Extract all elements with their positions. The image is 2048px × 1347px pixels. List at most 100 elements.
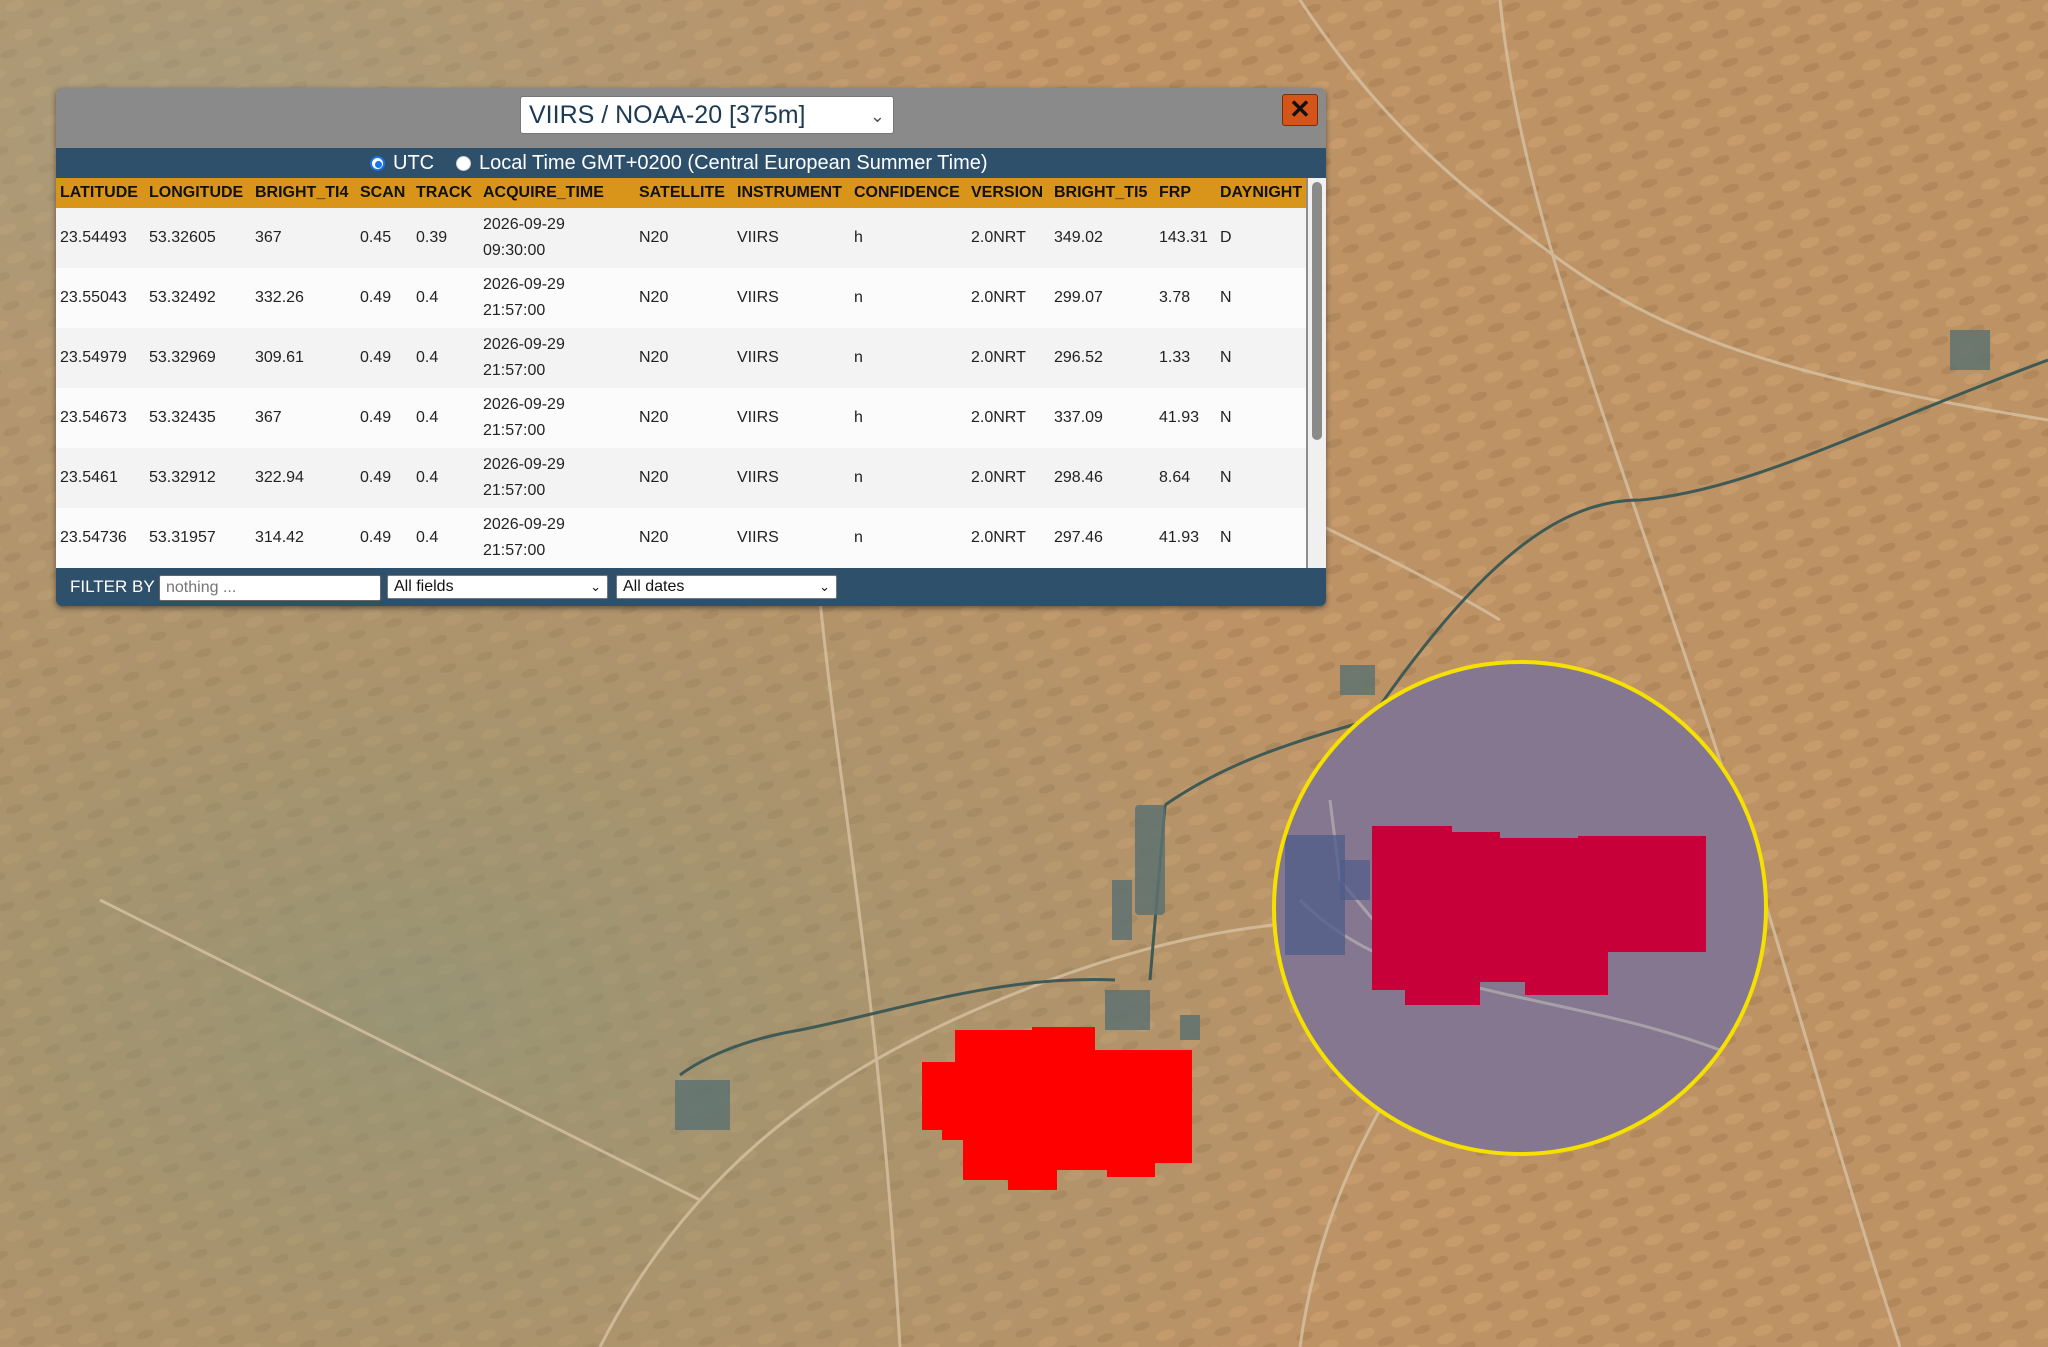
cell-longitude: 53.32492: [149, 289, 216, 306]
cell-latitude: 23.5461: [60, 469, 118, 486]
column-header-track[interactable]: TRACK: [416, 178, 472, 208]
cell-frp: 3.78: [1159, 289, 1191, 306]
close-icon: ✕: [1289, 94, 1311, 124]
cell-frp: 41.93: [1159, 409, 1200, 426]
cell-acquire-clock: 21:57:00: [483, 302, 546, 319]
cell-satellite: N20: [639, 289, 669, 306]
cell-scan: 0.49: [360, 349, 392, 366]
chevron-down-icon: ⌄: [819, 579, 830, 594]
close-button[interactable]: ✕: [1282, 94, 1318, 126]
column-header-latitude[interactable]: LATITUDE: [60, 178, 138, 208]
cell-acquire-date: 2026-09-29: [483, 336, 565, 353]
cell-confidence: h: [854, 409, 863, 426]
satellite-select[interactable]: VIIRS / NOAA-20 [375m] ⌄: [520, 96, 894, 134]
cell-satellite: N20: [639, 529, 669, 546]
utc-option[interactable]: UTC: [370, 148, 434, 178]
table-header: LATITUDE LONGITUDE BRIGHT_TI4 SCAN TRACK ACQU…: [56, 178, 1306, 208]
panel-header: VIIRS / NOAA-20 [375m] ⌄ ✕: [56, 88, 1326, 148]
filter-bar: FILTER BY All fields ⌄ All dates ⌄: [56, 568, 1326, 606]
cell-satellite: N20: [639, 469, 669, 486]
field-filter-value: All fields: [394, 578, 454, 595]
column-header-acquire-time[interactable]: ACQUIRE_TIME: [483, 178, 604, 208]
column-header-version[interactable]: VERSION: [971, 178, 1043, 208]
cell-satellite: N20: [639, 349, 669, 366]
column-header-confidence[interactable]: CONFIDENCE: [854, 178, 960, 208]
cell-instrument: VIIRS: [737, 229, 779, 246]
column-header-bright-ti4[interactable]: BRIGHT_TI4: [255, 178, 348, 208]
cell-confidence: n: [854, 469, 863, 486]
satellite-select-value: VIIRS / NOAA-20 [375m]: [529, 101, 806, 129]
date-filter-select[interactable]: All dates ⌄: [616, 575, 837, 599]
table-row[interactable]: 23.5461 53.32912 322.94 0.49 0.4 2026-09-29 21…: [56, 448, 1306, 508]
cell-track: 0.4: [416, 529, 439, 546]
cell-daynight: N: [1220, 469, 1232, 486]
cell-acquire-date: 2026-09-29: [483, 396, 565, 413]
cell-acquire-time: 2026-09-29 21:57:00: [483, 272, 565, 324]
scrollbar-thumb[interactable]: [1312, 182, 1322, 440]
cell-acquire-date: 2026-09-29: [483, 456, 565, 473]
cell-acquire-date: 2026-09-29: [483, 276, 565, 293]
column-header-satellite[interactable]: SATELLITE: [639, 178, 725, 208]
cell-scan: 0.49: [360, 469, 392, 486]
magnifier-lens: [1272, 660, 1768, 1156]
column-header-longitude[interactable]: LONGITUDE: [149, 178, 243, 208]
cell-frp: 41.93: [1159, 529, 1200, 546]
cell-satellite: N20: [639, 229, 669, 246]
column-header-bright-ti5[interactable]: BRIGHT_TI5: [1054, 178, 1147, 208]
column-header-daynight[interactable]: DAYNIGHT: [1220, 178, 1302, 208]
cell-version: 2.0NRT: [971, 409, 1026, 426]
filter-input[interactable]: [159, 575, 381, 601]
column-header-scan[interactable]: SCAN: [360, 178, 405, 208]
cell-bright-ti4: 322.94: [255, 469, 304, 486]
cell-bright-ti5: 298.46: [1054, 469, 1103, 486]
cell-bright-ti4: 367: [255, 229, 282, 246]
cell-longitude: 53.32435: [149, 409, 216, 426]
cell-latitude: 23.54493: [60, 229, 127, 246]
cell-instrument: VIIRS: [737, 409, 779, 426]
cell-bright-ti5: 296.52: [1054, 349, 1103, 366]
table-row[interactable]: 23.54673 53.32435 367 0.49 0.4 2026-09-29 21:5…: [56, 388, 1306, 448]
cell-daynight: N: [1220, 529, 1232, 546]
cell-bright-ti5: 349.02: [1054, 229, 1103, 246]
cell-bright-ti4: 309.61: [255, 349, 304, 366]
cell-bright-ti5: 299.07: [1054, 289, 1103, 306]
table-body: 23.54493 53.32605 367 0.45 0.39 2026-09-29 09:…: [56, 208, 1306, 568]
cell-scan: 0.45: [360, 229, 392, 246]
cell-track: 0.39: [416, 229, 448, 246]
cell-satellite: N20: [639, 409, 669, 426]
cell-bright-ti5: 337.09: [1054, 409, 1103, 426]
cell-track: 0.4: [416, 469, 439, 486]
cell-acquire-clock: 21:57:00: [483, 422, 546, 439]
column-header-frp[interactable]: FRP: [1159, 178, 1191, 208]
cell-confidence: n: [854, 349, 863, 366]
cell-instrument: VIIRS: [737, 289, 779, 306]
cell-acquire-clock: 21:57:00: [483, 362, 546, 379]
cell-longitude: 53.32969: [149, 349, 216, 366]
cell-confidence: n: [854, 289, 863, 306]
cell-frp: 8.64: [1159, 469, 1191, 486]
cell-acquire-time: 2026-09-29 21:57:00: [483, 512, 565, 564]
table-row[interactable]: 23.54493 53.32605 367 0.45 0.39 2026-09-29 09:…: [56, 208, 1306, 268]
cell-track: 0.4: [416, 409, 439, 426]
cell-acquire-time: 2026-09-29 09:30:00: [483, 212, 565, 264]
table-row[interactable]: 23.55043 53.32492 332.26 0.49 0.4 2026-09-29 2…: [56, 268, 1306, 328]
table-row[interactable]: 23.54979 53.32969 309.61 0.49 0.4 2026-09-29 2…: [56, 328, 1306, 388]
column-header-instrument[interactable]: INSTRUMENT: [737, 178, 842, 208]
utc-label: UTC: [393, 152, 435, 174]
utc-radio[interactable]: [370, 155, 385, 171]
cell-longitude: 53.32605: [149, 229, 216, 246]
table-row[interactable]: 23.54736 53.31957 314.42 0.49 0.4 2026-09-29 2…: [56, 508, 1306, 568]
cell-longitude: 53.31957: [149, 529, 216, 546]
cell-latitude: 23.55043: [60, 289, 127, 306]
fire-data-panel: VIIRS / NOAA-20 [375m] ⌄ ✕ UTC Local Tim…: [56, 88, 1326, 606]
table-scrollbar[interactable]: [1308, 178, 1326, 568]
field-filter-select[interactable]: All fields ⌄: [387, 575, 608, 599]
cell-track: 0.4: [416, 289, 439, 306]
timezone-bar: UTC Local Time GMT+0200 (Central Europea…: [56, 148, 1326, 178]
date-filter-value: All dates: [623, 578, 685, 595]
cell-acquire-date: 2026-09-29: [483, 516, 565, 533]
cell-longitude: 53.32912: [149, 469, 216, 486]
local-time-radio[interactable]: [456, 155, 471, 171]
local-time-option[interactable]: Local Time GMT+0200 (Central European Su…: [456, 148, 988, 178]
cell-acquire-time: 2026-09-29 21:57:00: [483, 332, 565, 384]
